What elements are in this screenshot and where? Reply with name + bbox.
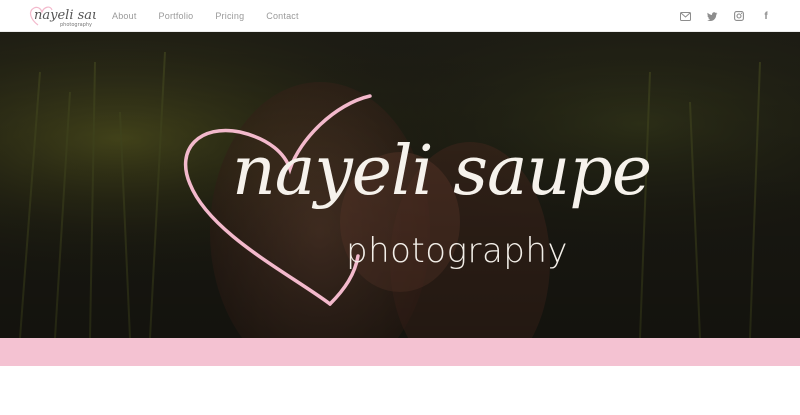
- nav-link-about[interactable]: About: [112, 11, 137, 21]
- content-area: [0, 366, 800, 415]
- pink-accent-band: [0, 338, 800, 366]
- top-navigation-bar: nayeli saupe photography About Portfolio…: [0, 0, 800, 32]
- social-links: f: [664, 0, 772, 32]
- hero-banner: nayeli saupe photography: [0, 32, 800, 338]
- hero-subtitle: photography: [346, 231, 569, 271]
- nav-link-contact[interactable]: Contact: [266, 11, 298, 21]
- hero-title: nayeli saupe: [232, 132, 652, 211]
- main-nav: About Portfolio Pricing Contact: [112, 0, 321, 32]
- logo-text: nayeli saupe: [34, 8, 96, 23]
- instagram-icon[interactable]: [733, 10, 745, 22]
- logo-heart-icon: nayeli saupe photography: [29, 6, 117, 28]
- site-logo[interactable]: nayeli saupe photography: [28, 3, 117, 29]
- nav-link-portfolio[interactable]: Portfolio: [159, 11, 194, 21]
- twitter-icon[interactable]: [706, 10, 718, 22]
- nav-link-pricing[interactable]: Pricing: [215, 11, 244, 21]
- logo-subtext: photography: [60, 22, 92, 28]
- envelope-icon[interactable]: [679, 10, 691, 22]
- hero-logo: nayeli saupe photography: [170, 84, 652, 324]
- facebook-icon[interactable]: f: [760, 10, 772, 22]
